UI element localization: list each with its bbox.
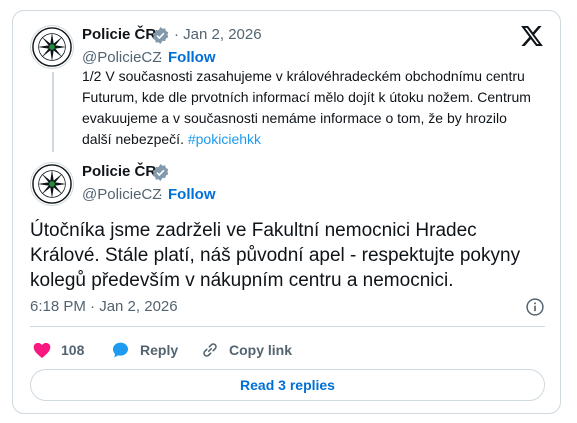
tweet-text-body: 1/2 V současnosti zasahujeme v královéhr… — [82, 68, 531, 147]
like-count: 108 — [61, 342, 85, 358]
author-name[interactable]: Policie ČR — [82, 163, 156, 180]
tweet-text: 1/2 V současnosti zasahujeme v královéhr… — [82, 66, 534, 150]
avatar[interactable] — [30, 162, 74, 206]
follow-button[interactable]: Follow — [168, 49, 216, 66]
link-icon — [203, 343, 217, 357]
police-star-icon — [32, 164, 72, 204]
handle-separator: · — [158, 186, 163, 203]
tweet-text: Útočníka jsme zadrželi ve Fakultní nemoc… — [30, 220, 521, 291]
tweet-timestamp[interactable]: 6:18 PM · Jan 2, 2026 — [30, 298, 178, 315]
handle-separator: · — [158, 49, 163, 66]
info-icon[interactable] — [525, 297, 545, 317]
hashtag-link[interactable]: #pokiciehkk — [188, 131, 261, 147]
copy-link-label: Copy link — [229, 342, 293, 358]
copy-link-button[interactable]: Copy link — [200, 340, 292, 360]
reply-bubble-icon — [113, 342, 128, 358]
author-handle[interactable]: @PolicieCZ — [82, 186, 161, 203]
heart-icon — [33, 342, 51, 358]
x-logo-icon[interactable] — [521, 26, 543, 46]
follow-button[interactable]: Follow — [168, 186, 216, 203]
post-date[interactable]: · Jan 2, 2026 — [174, 26, 262, 43]
reply-label: Reply — [140, 342, 179, 358]
divider — [30, 326, 545, 327]
avatar[interactable] — [30, 25, 74, 69]
author-name[interactable]: Policie ČR — [82, 26, 156, 43]
like-button[interactable]: 108 — [32, 340, 84, 360]
thread-line — [52, 72, 54, 152]
reply-button[interactable]: Reply — [110, 340, 178, 360]
verified-badge-icon — [152, 27, 169, 44]
verified-badge-icon — [152, 164, 169, 181]
read-replies-button[interactable]: Read 3 replies — [30, 369, 545, 401]
author-handle[interactable]: @PolicieCZ — [82, 49, 161, 66]
police-star-icon — [32, 27, 72, 67]
